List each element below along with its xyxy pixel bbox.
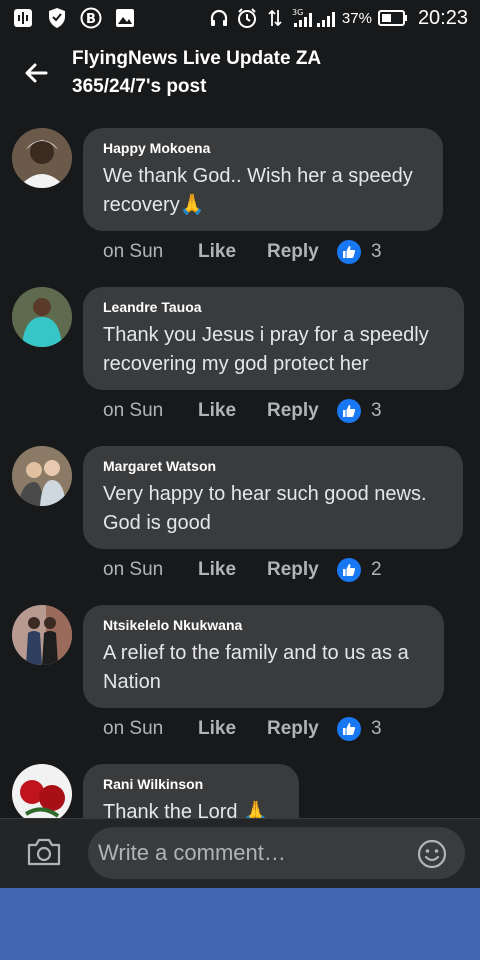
page-title-line1: FlyingNews Live Update ZA (72, 48, 322, 69)
page-title-line2: 365/24/7's post (72, 76, 207, 97)
comment-list[interactable]: Happy Mokoena We thank God.. Wish her a … (0, 110, 480, 818)
smiley-icon (417, 839, 447, 869)
shield-icon (46, 7, 68, 29)
comment-timestamp[interactable]: on Sun (103, 400, 198, 422)
system-nav-bar (0, 888, 480, 960)
comment-author[interactable]: Leandre Tauoa (103, 299, 444, 315)
battery-percent: 37% (341, 9, 372, 27)
headphones-icon (208, 7, 230, 29)
page-title: FlyingNews Live Update ZA 365/24/7's pos… (72, 45, 372, 101)
like-button[interactable]: Like (198, 559, 267, 581)
comment-actions: on Sun Like Reply 3 (103, 399, 382, 423)
avatar[interactable] (12, 287, 72, 347)
back-button[interactable] (0, 36, 72, 110)
thumbs-up-icon[interactable] (337, 240, 361, 264)
post-header: FlyingNews Live Update ZA 365/24/7's pos… (0, 36, 480, 110)
comment-actions: on Sun Like Reply 2 (103, 558, 382, 582)
reaction-count[interactable]: 3 (371, 400, 382, 422)
comment-item: Ntsikelelo Nkukwana A relief to the fami… (0, 587, 480, 746)
reaction-count[interactable]: 2 (371, 559, 382, 581)
status-left-icons: B (12, 7, 136, 29)
comment-author[interactable]: Margaret Watson (103, 458, 443, 474)
thumbs-up-icon[interactable] (337, 717, 361, 741)
comment-text: A relief to the family and to us as a Na… (103, 642, 409, 693)
comment-author[interactable]: Happy Mokoena (103, 140, 423, 156)
comment-item: Margaret Watson Very happy to hear such … (0, 428, 480, 587)
comment-composer: Write a comment… (0, 818, 480, 888)
comment-actions: on Sun Like Reply 3 (103, 240, 382, 264)
reply-button[interactable]: Reply (267, 718, 337, 740)
like-button[interactable]: Like (198, 718, 267, 740)
comment-text: Thank you Jesus i pray for a speedly rec… (103, 324, 429, 375)
voice-app-icon (12, 7, 34, 29)
arrow-left-icon (25, 63, 48, 83)
comment-item: Rani Wilkinson Thank the Lord 🙏 (0, 746, 480, 818)
data-transfer-icon (264, 7, 286, 29)
like-button[interactable]: Like (198, 241, 267, 263)
image-icon (114, 7, 136, 29)
svg-text:B: B (86, 12, 96, 27)
battery-icon (377, 7, 408, 29)
reaction-count[interactable]: 3 (371, 718, 382, 740)
comment-timestamp[interactable]: on Sun (103, 241, 198, 263)
comment-input[interactable]: Write a comment… (88, 827, 465, 879)
camera-button[interactable] (26, 837, 64, 869)
comment-item: Happy Mokoena We thank God.. Wish her a … (0, 110, 480, 269)
comment-author[interactable]: Rani Wilkinson (103, 776, 279, 792)
comment-author[interactable]: Ntsikelelo Nkukwana (103, 617, 424, 633)
thumbs-up-icon[interactable] (337, 558, 361, 582)
comment-text: We thank God.. Wish her a speedy recover… (103, 165, 413, 216)
comment-bubble: Ntsikelelo Nkukwana A relief to the fami… (83, 605, 444, 708)
comment-actions: on Sun Like Reply 3 (103, 717, 382, 741)
avatar[interactable] (12, 764, 72, 818)
network-type-label: 3G (292, 8, 303, 17)
reply-button[interactable]: Reply (267, 400, 337, 422)
camera-icon (27, 838, 61, 866)
emoji-button[interactable] (417, 839, 447, 869)
signal-3g-icon: 3G (292, 7, 336, 29)
comment-timestamp[interactable]: on Sun (103, 718, 198, 740)
comment-item: Leandre Tauoa Thank you Jesus i pray for… (0, 269, 480, 428)
avatar[interactable] (12, 128, 72, 188)
alarm-icon (236, 7, 258, 29)
clock: 20:23 (417, 6, 468, 29)
comment-bubble: Leandre Tauoa Thank you Jesus i pray for… (83, 287, 464, 390)
reply-button[interactable]: Reply (267, 241, 337, 263)
thumbs-up-icon[interactable] (337, 399, 361, 423)
avatar[interactable] (12, 446, 72, 506)
comment-text: Thank the Lord 🙏 (103, 801, 268, 818)
status-right-icons: 3G 37% 20:23 (208, 7, 468, 30)
status-bar: B 3G 37% 20:23 (0, 0, 480, 36)
like-button[interactable]: Like (198, 400, 267, 422)
reaction-count[interactable]: 3 (371, 241, 382, 263)
avatar[interactable] (12, 605, 72, 665)
comment-text: Very happy to hear such good news. God i… (103, 483, 427, 534)
reply-button[interactable]: Reply (267, 559, 337, 581)
comment-bubble: Margaret Watson Very happy to hear such … (83, 446, 463, 549)
comment-bubble: Happy Mokoena We thank God.. Wish her a … (83, 128, 443, 231)
bitcoin-icon: B (80, 7, 102, 29)
comment-input-placeholder: Write a comment… (98, 840, 286, 865)
comment-bubble: Rani Wilkinson Thank the Lord 🙏 (83, 764, 299, 818)
comment-timestamp[interactable]: on Sun (103, 559, 198, 581)
